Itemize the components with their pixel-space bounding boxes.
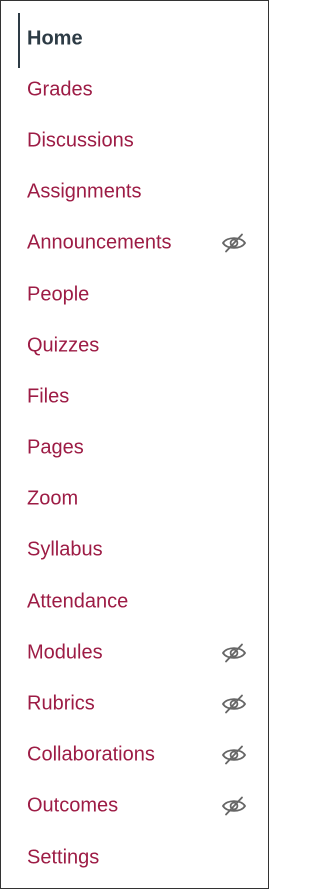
nav-item-assignments[interactable]: Assignments: [1, 167, 268, 218]
eye-slash-icon: [221, 745, 247, 765]
nav-link-zoom[interactable]: Zoom: [27, 488, 78, 511]
nav-link-rubrics[interactable]: Rubrics: [27, 693, 95, 716]
nav-item-rubrics[interactable]: Rubrics: [1, 678, 268, 729]
nav-item-quizzes[interactable]: Quizzes: [1, 320, 268, 371]
nav-link-collaborations[interactable]: Collaborations: [27, 744, 155, 767]
nav-link-discussions[interactable]: Discussions: [27, 129, 134, 152]
nav-item-grades[interactable]: Grades: [1, 64, 268, 115]
nav-link-attendance[interactable]: Attendance: [27, 590, 128, 613]
nav-link-home[interactable]: Home: [27, 27, 83, 50]
eye-slash-icon: [221, 233, 247, 253]
nav-item-settings[interactable]: Settings: [1, 832, 268, 883]
eye-slash-icon: [221, 643, 247, 663]
nav-item-attendance[interactable]: Attendance: [1, 576, 268, 627]
nav-link-syllabus[interactable]: Syllabus: [27, 539, 103, 562]
nav-item-zoom[interactable]: Zoom: [1, 474, 268, 525]
course-navigation-menu: Home Grades Discussions Assignments Anno…: [1, 13, 268, 883]
nav-link-modules[interactable]: Modules: [27, 641, 103, 664]
nav-link-announcements[interactable]: Announcements: [27, 232, 172, 255]
nav-link-quizzes[interactable]: Quizzes: [27, 334, 99, 357]
nav-link-files[interactable]: Files: [27, 385, 69, 408]
eye-slash-icon: [221, 694, 247, 714]
nav-item-modules[interactable]: Modules: [1, 627, 268, 678]
nav-item-pages[interactable]: Pages: [1, 423, 268, 474]
nav-item-collaborations[interactable]: Collaborations: [1, 730, 268, 781]
nav-link-grades[interactable]: Grades: [27, 78, 93, 101]
active-indicator: [18, 13, 20, 69]
nav-item-syllabus[interactable]: Syllabus: [1, 525, 268, 576]
eye-slash-icon: [221, 796, 247, 816]
nav-link-settings[interactable]: Settings: [27, 846, 99, 869]
nav-item-announcements[interactable]: Announcements: [1, 218, 268, 269]
nav-item-outcomes[interactable]: Outcomes: [1, 781, 268, 832]
nav-item-home[interactable]: Home: [1, 13, 268, 69]
nav-link-people[interactable]: People: [27, 283, 89, 306]
nav-link-pages[interactable]: Pages: [27, 437, 84, 460]
nav-link-outcomes[interactable]: Outcomes: [27, 795, 118, 818]
nav-item-discussions[interactable]: Discussions: [1, 115, 268, 166]
course-navigation-panel: Home Grades Discussions Assignments Anno…: [0, 0, 269, 889]
nav-item-people[interactable]: People: [1, 269, 268, 320]
nav-link-assignments[interactable]: Assignments: [27, 181, 142, 204]
nav-item-files[interactable]: Files: [1, 371, 268, 422]
